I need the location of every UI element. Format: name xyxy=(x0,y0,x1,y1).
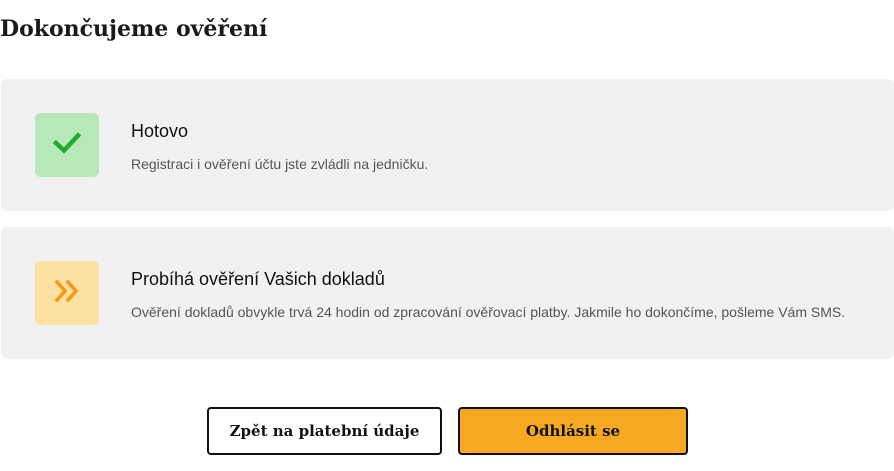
step-description: Registraci i ověření účtu jste zvládli n… xyxy=(131,156,429,172)
page-title: Dokončujeme ověření xyxy=(0,16,268,42)
step-card-in-progress: Probíhá ověření Vašich dokladů Ověření d… xyxy=(1,227,894,359)
logout-button[interactable]: Odhlásit se xyxy=(458,407,688,455)
step-card-done: Hotovo Registraci i ověření účtu jste zv… xyxy=(1,79,894,211)
step-description: Ověření dokladů obvykle trvá 24 hodin od… xyxy=(131,304,846,320)
checkmark-icon xyxy=(52,131,82,159)
step-title: Probíhá ověření Vašich dokladů xyxy=(131,269,385,289)
step-icon-done xyxy=(35,113,99,177)
step-icon-in-progress xyxy=(35,261,99,325)
double-chevron-right-icon xyxy=(54,279,80,308)
step-title: Hotovo xyxy=(131,121,189,141)
back-to-payment-button[interactable]: Zpět na platební údaje xyxy=(207,407,442,455)
